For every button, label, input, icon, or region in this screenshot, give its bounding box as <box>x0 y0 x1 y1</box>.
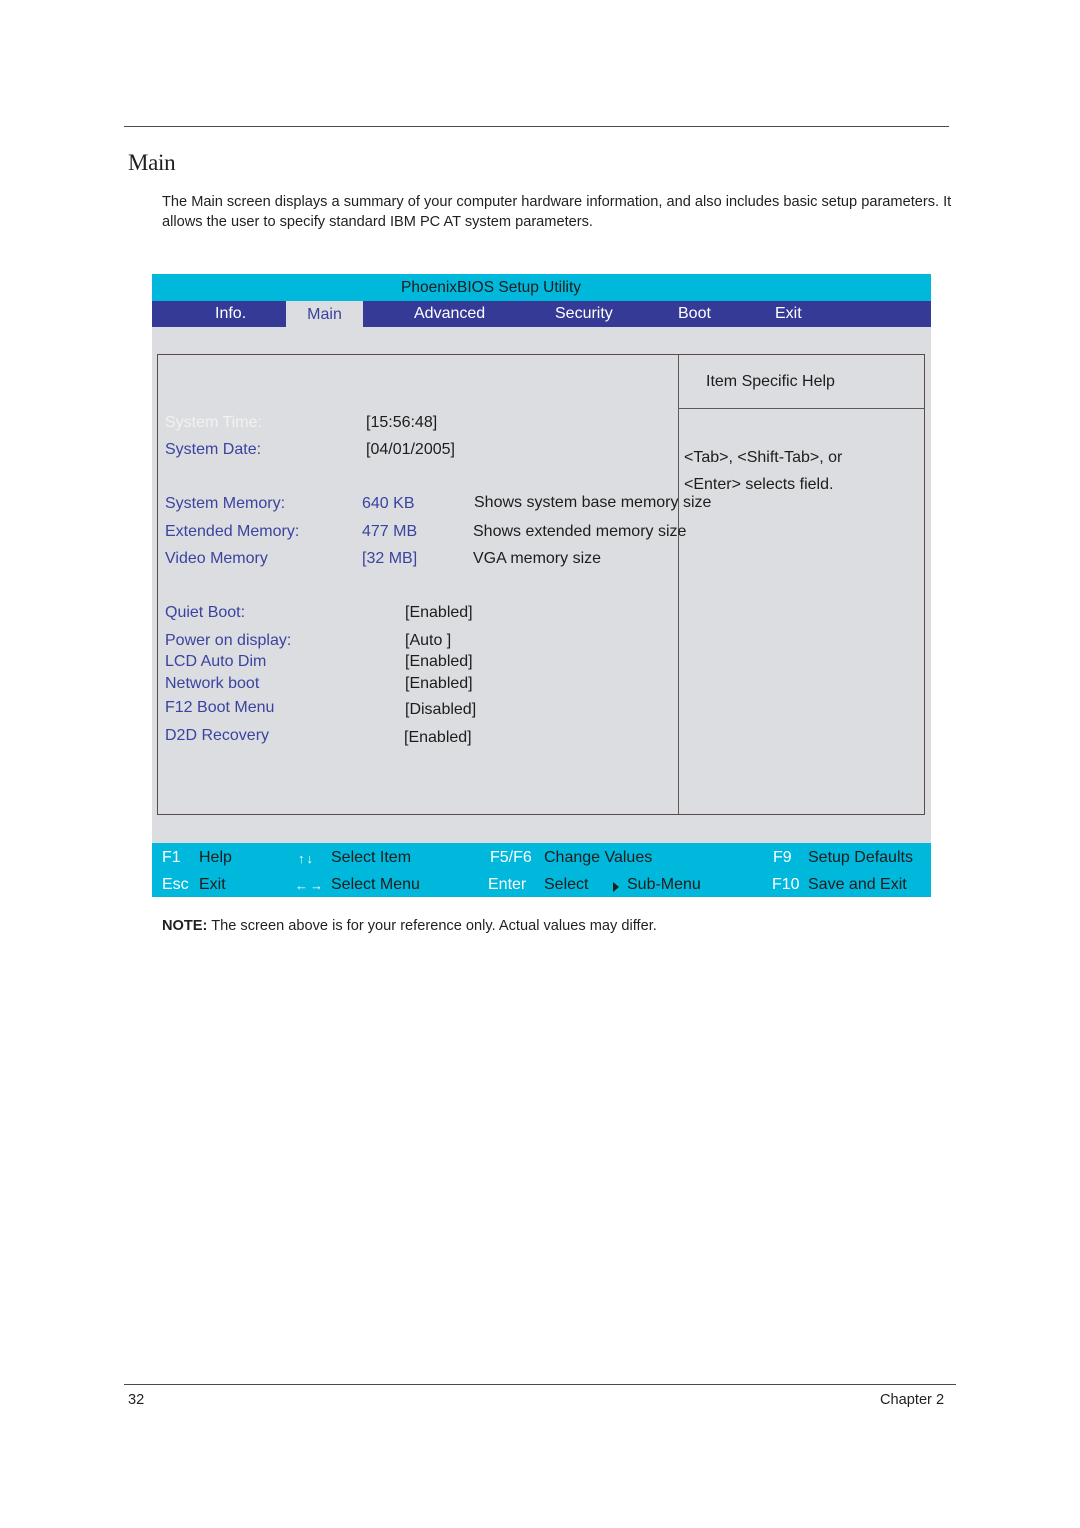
video-memory-label[interactable]: Video Memory <box>165 550 268 568</box>
note-label: NOTE: <box>162 918 208 934</box>
help-title: Item Specific Help <box>706 373 835 390</box>
help-text-line-1: <Tab>, <Shift-Tab>, or <box>684 449 843 466</box>
footer-rule <box>124 1384 956 1385</box>
bios-tab-bar: Info. Main Advanced Security Boot Exit <box>152 301 931 327</box>
key-f1: F1 <box>162 849 181 866</box>
tab-main[interactable]: Main <box>286 301 363 327</box>
lcd-auto-dim-value[interactable]: [Enabled] <box>405 653 473 671</box>
video-memory-description: VGA memory size <box>473 550 602 567</box>
key-esc: Esc <box>162 876 189 893</box>
system-time-label[interactable]: System Time: <box>165 414 262 432</box>
action-select: Select <box>544 876 589 893</box>
bios-key-legend: F1 Help ↑↓ Select Item F5/F6 Change Valu… <box>152 843 931 897</box>
bios-screen: PhoenixBIOS Setup Utility Info. Main Adv… <box>152 274 931 897</box>
header-rule <box>124 126 949 127</box>
lcd-auto-dim-label[interactable]: LCD Auto Dim <box>165 653 266 671</box>
tab-advanced[interactable]: Advanced <box>414 305 485 323</box>
f12-boot-menu-value[interactable]: [Disabled] <box>405 701 476 719</box>
help-divider-vertical <box>678 355 679 814</box>
settings-panel: System Time: [15:56:48] System Date: [04… <box>157 354 925 815</box>
system-time-value[interactable]: [15:56:48] <box>366 414 437 432</box>
system-date-label[interactable]: System Date: <box>165 441 261 459</box>
action-help: Help <box>199 849 232 866</box>
action-save-and-exit: Save and Exit <box>808 876 907 893</box>
chapter-label: Chapter 2 <box>880 1392 945 1408</box>
note: NOTE: The screen above is for your refer… <box>162 918 657 934</box>
up-down-arrows-icon: ↑↓ <box>298 851 315 866</box>
system-date-value[interactable]: [04/01/2005] <box>366 441 455 459</box>
action-select-menu: Select Menu <box>331 876 420 893</box>
quiet-boot-value[interactable]: [Enabled] <box>405 604 473 622</box>
network-boot-label[interactable]: Network boot <box>165 675 259 693</box>
action-select-item: Select Item <box>331 849 412 866</box>
power-on-display-label[interactable]: Power on display: <box>165 632 291 650</box>
network-boot-value[interactable]: [Enabled] <box>405 675 473 693</box>
power-on-display-value[interactable]: [Auto ] <box>405 632 451 650</box>
page-number: 32 <box>128 1392 145 1408</box>
d2d-recovery-label[interactable]: D2D Recovery <box>165 727 269 745</box>
extended-memory-value: 477 MB <box>362 523 418 540</box>
section-title: Main <box>128 150 176 175</box>
system-memory-label: System Memory: <box>165 495 286 512</box>
action-setup-defaults: Setup Defaults <box>808 849 913 866</box>
action-sub-menu: Sub-Menu <box>627 876 701 893</box>
help-divider-horizontal <box>678 408 925 409</box>
left-right-arrows-icon: ←→ <box>295 878 325 893</box>
help-text-line-2: <Enter> selects field. <box>684 476 834 493</box>
tab-security[interactable]: Security <box>555 305 613 323</box>
action-exit: Exit <box>199 876 226 893</box>
video-memory-value[interactable]: [32 MB] <box>362 550 417 568</box>
action-change-values: Change Values <box>544 849 653 866</box>
note-text: The screen above is for your reference o… <box>207 918 657 934</box>
intro-paragraph: The Main screen displays a summary of yo… <box>162 194 952 230</box>
extended-memory-description: Shows extended memory size <box>473 523 687 540</box>
d2d-recovery-value[interactable]: [Enabled] <box>404 729 472 747</box>
key-enter: Enter <box>488 876 527 893</box>
bios-header: PhoenixBIOS Setup Utility <box>152 274 931 301</box>
f12-boot-menu-label[interactable]: F12 Boot Menu <box>165 699 274 717</box>
tab-exit[interactable]: Exit <box>775 305 802 323</box>
key-f5-f6: F5/F6 <box>490 849 532 866</box>
tab-info[interactable]: Info. <box>215 305 246 323</box>
bios-title: PhoenixBIOS Setup Utility <box>401 279 582 296</box>
key-f10: F10 <box>772 876 800 893</box>
tab-boot[interactable]: Boot <box>678 305 711 323</box>
submenu-triangle-icon <box>613 882 619 892</box>
system-memory-description: Shows system base memory size <box>474 494 712 511</box>
quiet-boot-label[interactable]: Quiet Boot: <box>165 604 245 622</box>
key-f9: F9 <box>773 849 792 866</box>
extended-memory-label: Extended Memory: <box>165 523 300 540</box>
system-memory-value: 640 KB <box>362 495 415 512</box>
